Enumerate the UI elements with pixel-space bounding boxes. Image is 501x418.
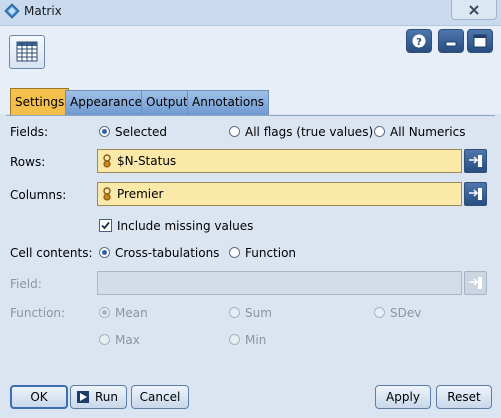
rows-picker-button[interactable] [464,149,487,173]
help-icon: ? [412,34,426,48]
maximize-icon [473,34,487,48]
min-label: Min [245,333,267,347]
fields-label: Fields: [10,125,48,139]
help-button[interactable]: ? [406,29,432,53]
cross-tabulations-label: Cross-tabulations [115,246,220,260]
rows-value: $N-Status [117,154,177,168]
flag-field-icon [103,187,111,201]
columns-field[interactable]: Premier [97,182,462,206]
app-diamond-icon [4,3,20,19]
field-picker-icon [469,188,482,200]
rows-label: Rows: [10,155,46,169]
run-button[interactable]: Run [70,385,127,409]
mean-radio [99,307,110,318]
fields-selected-label: Selected [115,125,168,139]
close-icon [469,4,479,15]
field-picker-icon [469,277,482,289]
fields-all-flags-radio[interactable] [229,126,240,137]
checkmark-icon [101,221,110,230]
cross-tabulations-radio[interactable] [99,247,110,258]
tab-annotations[interactable]: Annotations [187,90,270,115]
function-label: Function: [10,306,66,320]
tab-appearance[interactable]: Appearance [65,90,148,115]
field-picker-icon [469,155,482,167]
fields-all-numerics-label: All Numerics [390,125,466,139]
sum-label: Sum [245,306,272,320]
columns-value: Premier [117,187,164,201]
minimize-icon [445,41,457,47]
title-bar [0,0,501,26]
run-label: Run [95,390,119,404]
min-radio [229,334,240,345]
include-missing-label: Include missing values [117,219,254,233]
max-radio [99,334,110,345]
fields-all-flags-label: All flags (true values) [245,125,374,139]
columns-picker-button[interactable] [464,182,487,206]
function-radio[interactable] [229,247,240,258]
tab-settings[interactable]: Settings [10,88,70,116]
function-field-picker-button [464,271,487,295]
ok-button[interactable]: OK [10,385,68,409]
max-label: Max [115,333,140,347]
svg-text:?: ? [416,37,422,48]
include-missing-checkbox[interactable] [99,219,112,232]
field-label: Field: [10,277,42,291]
matrix-node-icon [9,35,45,69]
function-field-input [97,271,462,295]
maximize-button[interactable] [467,29,493,53]
sdev-label: SDev [390,306,422,320]
mean-label: Mean [115,306,148,320]
cancel-button[interactable]: Cancel [131,385,189,409]
columns-label: Columns: [10,188,67,202]
fields-selected-radio[interactable] [99,126,110,137]
minimize-button[interactable] [438,29,464,53]
sum-radio [229,307,240,318]
fields-all-numerics-radio[interactable] [374,126,385,137]
table-grid-icon [16,41,38,62]
flag-field-icon [103,154,111,168]
window-title: Matrix [24,4,62,18]
tab-output[interactable]: Output [141,90,193,115]
sdev-radio [374,307,385,318]
run-icon [77,391,89,403]
rows-field[interactable]: $N-Status [97,149,462,173]
cell-contents-label: Cell contents: [10,246,93,260]
apply-button[interactable]: Apply [375,385,431,409]
close-button[interactable] [451,0,497,20]
reset-button[interactable]: Reset [436,385,492,409]
function-option-label: Function [245,246,297,260]
